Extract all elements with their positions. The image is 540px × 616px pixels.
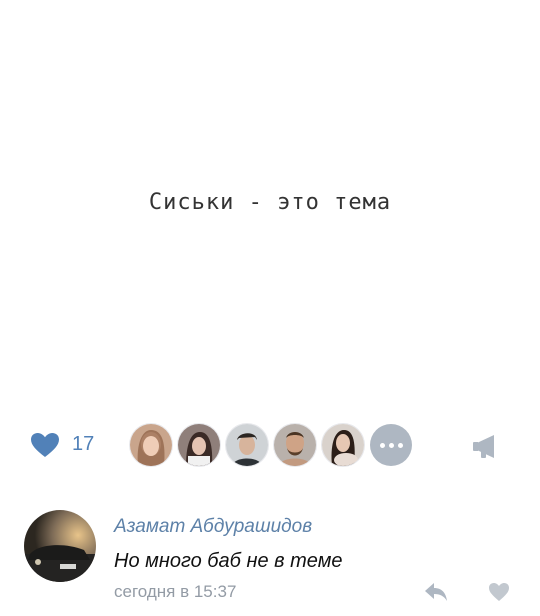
- more-dots-icon[interactable]: [370, 424, 412, 466]
- heart-icon[interactable]: [30, 432, 60, 458]
- liked-by-avatar[interactable]: [226, 424, 268, 466]
- liked-by-avatar[interactable]: [178, 424, 220, 466]
- post-text: Сиськи - это тема: [148, 190, 392, 215]
- comment-timestamp: сегодня в 15:37: [114, 582, 237, 601]
- comment-text: Но много баб не в теме: [114, 550, 343, 572]
- like-count[interactable]: 17: [72, 433, 94, 456]
- comment: Азамат Абдурашидов Но много баб не в тем…: [0, 508, 540, 616]
- post-actions-bar: 17: [0, 420, 540, 470]
- megaphone-icon[interactable]: [472, 434, 500, 458]
- reply-icon[interactable]: [424, 582, 448, 602]
- post-image[interactable]: Сиськи - это тема: [0, 0, 540, 410]
- heart-icon[interactable]: [488, 582, 510, 602]
- comment-author-avatar[interactable]: [24, 510, 96, 582]
- liked-by-avatar[interactable]: [130, 424, 172, 466]
- liked-by-avatar[interactable]: [274, 424, 316, 466]
- comment-author-name[interactable]: Азамат Абдурашидов: [114, 516, 312, 538]
- liked-by-avatar[interactable]: [322, 424, 364, 466]
